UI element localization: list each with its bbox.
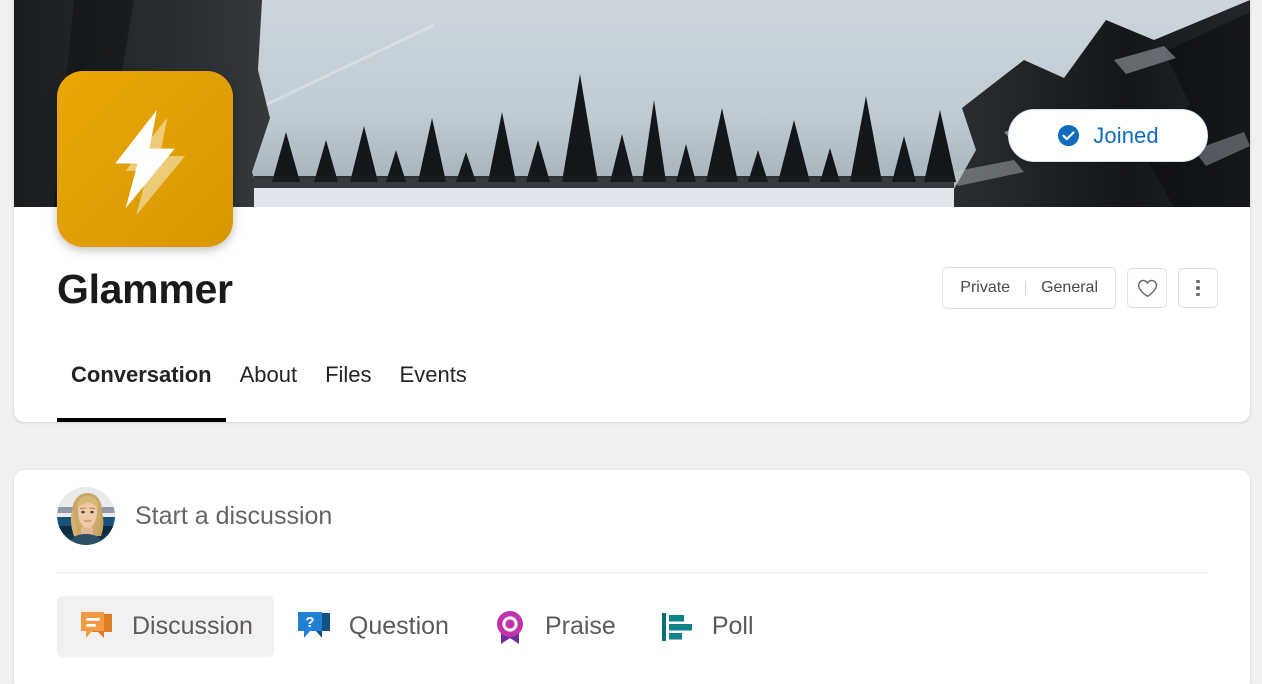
tab-events[interactable]: Events (386, 362, 481, 422)
tab-events-label: Events (399, 362, 467, 387)
composer-card: Start a discussion Discussion ? Question (14, 470, 1250, 684)
group-header-card: Joined Glammer Private General Conversat… (14, 0, 1250, 422)
privacy-label: Private (960, 279, 1011, 296)
favorite-button[interactable] (1127, 268, 1167, 308)
composer-header: Start a discussion (57, 486, 332, 546)
avatar[interactable] (57, 487, 115, 545)
lightning-bolt-icon (115, 109, 186, 214)
joined-button[interactable]: Joined (1008, 109, 1208, 162)
post-type-question[interactable]: ? Question (274, 596, 470, 657)
group-meta-pill[interactable]: Private General (942, 267, 1116, 309)
post-type-discussion-label: Discussion (132, 612, 253, 640)
discussion-bubble-icon (81, 611, 112, 638)
poll-bars-icon (661, 612, 692, 641)
classification-label: General (1041, 279, 1098, 296)
user-photo-icon (57, 487, 115, 545)
composer-divider (57, 572, 1207, 573)
post-type-praise[interactable]: Praise (470, 596, 637, 657)
post-type-question-label: Question (348, 612, 449, 640)
tab-conversation-label: Conversation (71, 362, 212, 387)
start-discussion-input[interactable]: Start a discussion (135, 502, 332, 531)
meta-divider (1025, 280, 1027, 296)
tab-about-label: About (239, 362, 298, 387)
group-title-row: Glammer Private General (14, 262, 1250, 342)
page-title: Glammer (57, 266, 233, 312)
post-type-poll[interactable]: Poll (637, 596, 775, 657)
tab-files-label: Files (325, 362, 372, 387)
praise-badge-icon (496, 610, 523, 644)
header-controls: Private General (942, 267, 1218, 309)
svg-text:?: ? (305, 614, 314, 631)
heart-icon (1137, 279, 1157, 297)
more-vertical-icon (1196, 279, 1200, 297)
check-circle-icon (1058, 124, 1080, 147)
more-options-button[interactable] (1178, 268, 1218, 308)
group-tabs: Conversation About Files Events (57, 362, 481, 422)
tab-conversation[interactable]: Conversation (57, 362, 226, 422)
post-type-discussion[interactable]: Discussion (57, 596, 274, 657)
post-type-praise-label: Praise (544, 612, 616, 640)
post-type-poll-label: Poll (711, 612, 754, 640)
joined-button-label: Joined (1093, 122, 1159, 148)
tab-about[interactable]: About (226, 362, 312, 422)
post-type-selector: Discussion ? Question Praise Poll (57, 596, 775, 657)
tab-files[interactable]: Files (311, 362, 385, 422)
question-bubble-icon: ? (297, 611, 330, 638)
group-avatar[interactable] (57, 71, 233, 247)
